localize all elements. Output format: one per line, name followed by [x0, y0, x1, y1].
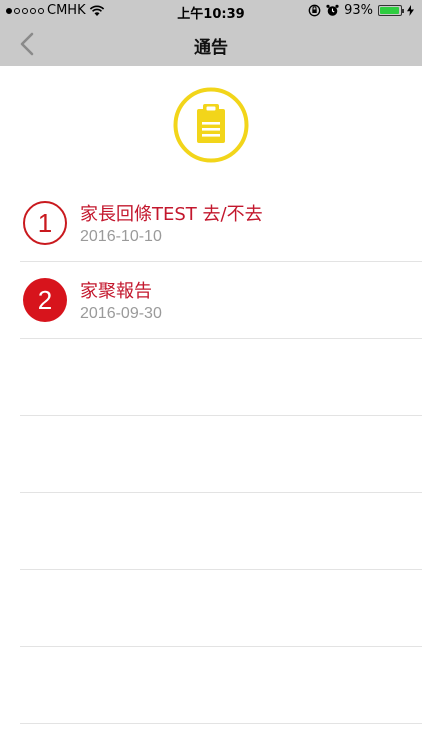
empty-list-row [0, 570, 422, 647]
notice-date: 2016-10-10 [80, 228, 162, 245]
charging-bolt-icon [407, 5, 414, 16]
alarm-clock-icon [326, 4, 339, 16]
notice-title: 家聚報告 [80, 281, 152, 302]
battery-icon [378, 5, 404, 16]
empty-list-row [0, 416, 422, 493]
page-title: 通告 [194, 38, 228, 58]
notice-number-badge: 2 [23, 278, 67, 322]
row-divider [20, 723, 422, 724]
empty-list-row [0, 647, 422, 724]
status-right-group: 93% [308, 3, 414, 18]
notice-row-2[interactable]: 2 家聚報告 2016-09-30 [0, 262, 422, 339]
clipboard-notice-icon [173, 87, 249, 163]
notice-number-badge: 1 [23, 201, 67, 245]
notice-date: 2016-09-30 [80, 305, 162, 322]
status-bar: CMHK 上午10:39 93% [0, 0, 422, 22]
notice-row-1[interactable]: 1 家長回條TEST 去/不去 2016-10-10 [0, 185, 422, 262]
notice-title: 家長回條TEST 去/不去 [80, 204, 263, 225]
battery-percent: 93% [344, 3, 373, 18]
empty-list-row [0, 339, 422, 416]
orientation-lock-icon [308, 4, 321, 17]
nav-bar: 通告 [0, 22, 422, 66]
empty-list-row [0, 493, 422, 570]
battery-fill [380, 7, 399, 14]
notice-list: 1 家長回條TEST 去/不去 2016-10-10 2 家聚報告 2016-0… [0, 185, 422, 724]
